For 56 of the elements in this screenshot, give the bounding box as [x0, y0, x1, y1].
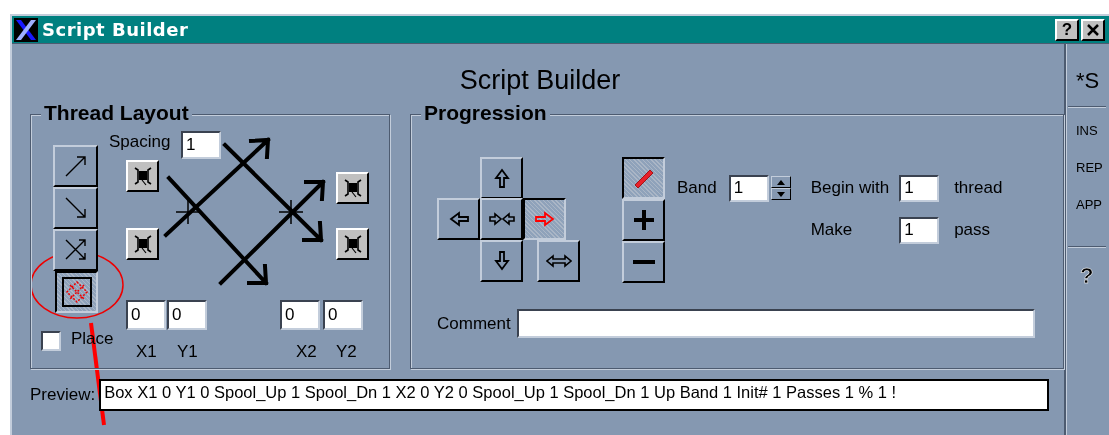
coordinate-label: Y2: [336, 342, 357, 362]
band-label: Band: [677, 178, 717, 198]
down-caret-icon: [776, 191, 785, 197]
coordinate-label: X1: [136, 342, 157, 362]
up-caret-icon: [776, 179, 785, 185]
coordinate-field[interactable]: 0: [167, 300, 207, 330]
comment-label: Comment: [437, 313, 511, 334]
layout-mode-button[interactable]: [55, 271, 98, 313]
plus-icon: [631, 208, 656, 232]
app-logo-icon: [14, 17, 38, 42]
help-icon[interactable]: ?: [1080, 263, 1094, 289]
close-button[interactable]: [1081, 18, 1105, 41]
unit-label: pass: [954, 220, 992, 240]
spool-icon: [132, 166, 153, 186]
coordinate-label: X2: [296, 342, 317, 362]
double-arrow-icon: [545, 254, 572, 268]
close-icon: [1086, 22, 1100, 37]
make-label: Make: [810, 220, 854, 240]
make-field[interactable]: 1: [899, 216, 940, 244]
spool-icon: [132, 234, 153, 254]
place-checkbox[interactable]: [41, 331, 61, 351]
toolbar-heading: *S: [1076, 68, 1100, 94]
begin-with-label: Begin with: [810, 178, 890, 198]
coordinate-field[interactable]: 0: [280, 300, 320, 330]
begin-with-field[interactable]: 1: [899, 174, 940, 202]
coordinate-label: Y1: [177, 342, 198, 362]
tool-button[interactable]: [622, 157, 665, 199]
spool-icon: [342, 178, 363, 198]
spacing-field[interactable]: 1: [181, 131, 221, 159]
spool-button[interactable]: [336, 172, 369, 204]
preview-field: Box X1 0 Y1 0 Spool_Up 1 Spool_Dn 1 X2 0 Y2 0 Spool_Up 1 Spool_Dn 1 Up Band 1 Init# 1 Passes 1 % 1 !: [99, 379, 1050, 411]
toolbar-item[interactable]: REP: [1076, 160, 1103, 175]
band-field[interactable]: 1: [728, 174, 769, 202]
spool-button[interactable]: [126, 160, 159, 192]
spool-button[interactable]: [336, 228, 369, 260]
coordinate-field[interactable]: 0: [323, 300, 363, 330]
direction-button[interactable]: [523, 198, 566, 240]
minus-icon: [632, 260, 655, 264]
page-heading: Script Builder: [459, 64, 621, 96]
spin-up-button[interactable]: [770, 176, 791, 188]
comment-field[interactable]: [516, 309, 1035, 338]
arrows-inward-icon: [488, 212, 515, 226]
toolbar-item[interactable]: APP: [1076, 197, 1102, 212]
coordinate-field[interactable]: 0: [126, 300, 166, 330]
window-title: Script Builder: [42, 19, 189, 40]
spacing-label: Spacing: [109, 132, 171, 152]
help-button[interactable]: ?: [1055, 18, 1079, 41]
unit-label: thread: [954, 178, 1003, 198]
spool-icon: [342, 234, 363, 254]
toolbar-item[interactable]: INS: [1076, 123, 1098, 138]
arrow-right-icon: [532, 211, 557, 227]
arrow-down-icon: [493, 250, 510, 272]
spin-down-button[interactable]: [770, 188, 791, 200]
spool-button[interactable]: [126, 228, 159, 260]
preview-label: Preview:: [30, 385, 96, 405]
arrow-up-icon: [493, 167, 510, 189]
